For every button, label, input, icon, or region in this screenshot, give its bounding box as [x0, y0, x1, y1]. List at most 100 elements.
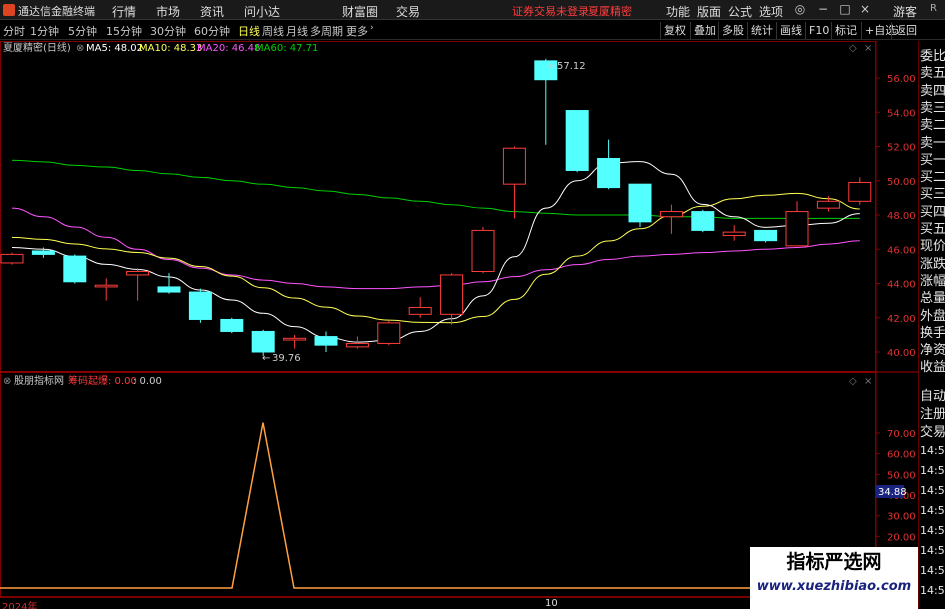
high-arrow-icon: ←: [548, 61, 556, 72]
period-5min[interactable]: 5分钟: [68, 23, 97, 39]
side-quote-label: 卖一: [920, 135, 945, 151]
stock-name-tag: 夏厦精密: [588, 5, 632, 18]
tool-diejia[interactable]: 叠加: [690, 22, 719, 39]
side-time-label: 14:56: [920, 524, 945, 537]
period-more[interactable]: 更多: [346, 23, 368, 39]
y-tick-label: 44.00: [887, 280, 916, 291]
side-quote-label: 买三: [920, 187, 945, 203]
maximize-icon[interactable]: □: [837, 2, 853, 17]
tool-fanhui[interactable]: 返回: [891, 22, 920, 39]
y-tick-label: 42.00: [887, 314, 916, 325]
candle-down: [220, 318, 244, 332]
period-1min[interactable]: 1分钟: [30, 23, 59, 39]
side-action-label[interactable]: 自动: [920, 385, 945, 404]
period-toolbar: 分时 1分钟 5分钟 15分钟 30分钟 60分钟 日线 周线 月线 多周期 更…: [0, 21, 945, 40]
menu-wenxiaoda[interactable]: 问小达: [244, 3, 280, 20]
menu-banmian[interactable]: 版面: [697, 3, 721, 20]
ma20-line: [11, 207, 860, 290]
ma10-label: MA10: 48.33: [139, 43, 202, 54]
watermark-url: www.xuezhibiao.com: [756, 579, 912, 594]
diamond-icon[interactable]: ◇: [849, 43, 857, 54]
menu-gongshi[interactable]: 公式: [728, 3, 752, 20]
sub-y-tick-label: 50.00: [887, 470, 916, 481]
candle-down: [63, 255, 87, 283]
year-label: 2024年: [2, 602, 38, 609]
main-chart-frame: [0, 41, 876, 372]
side-action-label[interactable]: 注册: [920, 403, 945, 422]
main-y-axis: 56.00 54.00 52.00 50.00 48.00 46.00 44.00 42.00…: [876, 74, 916, 359]
indicator-spike-line: [0, 422, 750, 589]
period-monthly[interactable]: 月线: [286, 23, 308, 39]
dropdown-icon[interactable]: ⊗: [76, 43, 84, 54]
period-multi[interactable]: 多周期: [310, 23, 343, 39]
candle-up: [0, 253, 24, 264]
candle-up: [722, 231, 746, 237]
globe-icon[interactable]: ◎: [792, 2, 808, 17]
kline-chart[interactable]: 夏厦精密(日线) ⊗ MA5: 48.02 MA10: 48.33 MA20: …: [0, 41, 918, 597]
menu-zixun[interactable]: 资讯: [200, 3, 224, 20]
tool-huaxian[interactable]: 画线: [776, 22, 805, 39]
menu-xuanxiang[interactable]: 选项: [759, 3, 783, 20]
candle-up: [440, 274, 464, 315]
current-value-text: 34.88: [878, 487, 907, 498]
side-time-label: 14:56: [920, 584, 945, 597]
sub-close-icon[interactable]: ×: [864, 376, 872, 387]
candle-up: [816, 200, 840, 209]
date-axis: 2024年 10: [0, 597, 750, 609]
side-quote-label: 卖二: [920, 118, 945, 134]
chevron-right-icon[interactable]: ›: [370, 23, 374, 33]
ma5-label: MA5: 48.02: [86, 43, 143, 54]
user-label[interactable]: 游客: [893, 3, 917, 20]
candle-down: [314, 336, 338, 346]
candle-up: [345, 342, 369, 348]
side-quote-label: 委比: [920, 49, 945, 64]
tool-tongji[interactable]: 统计: [747, 22, 776, 39]
period-15min[interactable]: 15分钟: [106, 23, 142, 39]
ma10-line: [11, 192, 860, 324]
ma60-line: [11, 159, 860, 219]
minimize-icon[interactable]: −: [815, 2, 831, 17]
formula-name: 筹码起爆: [68, 374, 108, 387]
menu-shichang[interactable]: 市场: [156, 3, 180, 20]
menu-gongneng[interactable]: 功能: [666, 3, 690, 20]
candle-down: [565, 110, 589, 171]
tool-duogu[interactable]: 多股: [718, 22, 747, 39]
stock-period-label: 夏厦精密(日线): [3, 41, 71, 54]
indicator-label: 股朋指标网: [14, 374, 64, 387]
ma5-line: [11, 161, 860, 343]
sub-y-tick-label: 30.00: [887, 512, 916, 523]
side-action-label[interactable]: 交易: [920, 421, 945, 440]
menu-jiaoyi[interactable]: 交易: [396, 3, 420, 20]
side-quote-label: 买五: [920, 222, 945, 237]
sub-diamond-icon[interactable]: ◇: [849, 376, 857, 387]
side-quote-label: 涨跌: [920, 256, 945, 272]
tool-fuquan[interactable]: 复权: [660, 22, 689, 39]
side-quote-label: 换手: [920, 325, 945, 341]
menu-hangqing[interactable]: 行情: [112, 3, 136, 20]
side-time-label: 14:56: [920, 504, 945, 517]
period-fenshi[interactable]: 分时: [3, 23, 25, 39]
tool-f10[interactable]: F10: [805, 22, 832, 39]
candle-up: [471, 229, 495, 273]
login-warning[interactable]: 证券交易未登录: [512, 3, 589, 19]
period-daily[interactable]: 日线: [238, 23, 260, 39]
side-time-label: 14:56: [920, 464, 945, 477]
side-time-label: 14:56: [920, 544, 945, 557]
y-tick-label: 40.00: [887, 348, 916, 359]
period-30min[interactable]: 30分钟: [150, 23, 186, 39]
side-quote-label: 买一: [920, 152, 945, 168]
sub-dropdown-icon[interactable]: ⊗: [3, 376, 11, 387]
sub-chart-frame: [0, 372, 876, 597]
close-panel-icon[interactable]: ×: [864, 43, 872, 54]
candle-up: [785, 211, 809, 247]
side-quote-label: 收益: [920, 360, 945, 376]
period-weekly[interactable]: 周线: [262, 23, 284, 39]
ma60-label: MA60: 47.71: [255, 43, 318, 54]
menu-caifuquan[interactable]: 财富圈: [342, 3, 378, 20]
tool-biaoji[interactable]: 标记: [831, 22, 860, 39]
candle-up: [848, 181, 872, 202]
period-60min[interactable]: 60分钟: [194, 23, 230, 39]
close-icon[interactable]: ×: [857, 2, 873, 17]
side-quote-label: 现价: [920, 239, 945, 255]
watermark: 指标严选网 www.xuezhibiao.com: [750, 547, 918, 609]
